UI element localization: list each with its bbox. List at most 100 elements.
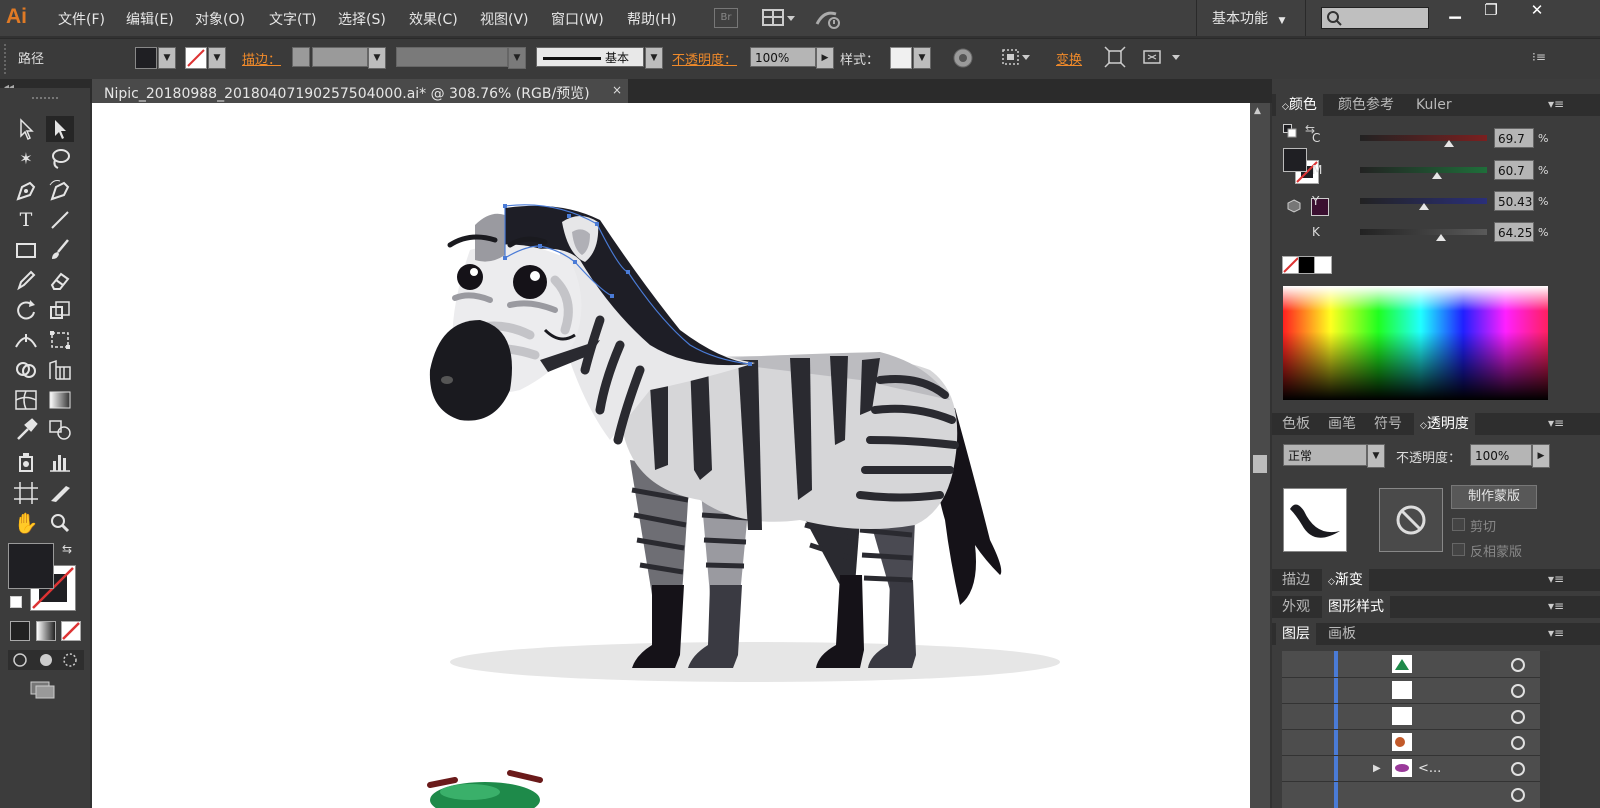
close-icon[interactable]: ✕ bbox=[1522, 1, 1552, 23]
magic-wand-tool-icon[interactable]: ✶ bbox=[12, 146, 40, 172]
isolate-object-icon[interactable] bbox=[1104, 46, 1126, 68]
minimize-icon[interactable]: ▁ bbox=[1440, 1, 1470, 23]
menu-edit[interactable]: 编辑(E) bbox=[126, 9, 174, 29]
stroke-panel-link[interactable]: 描边： bbox=[242, 49, 281, 68]
artboard-tool-icon[interactable] bbox=[12, 480, 40, 506]
visibility-toggle-icon[interactable] bbox=[1511, 788, 1525, 802]
stroke-weight-input[interactable] bbox=[312, 47, 368, 67]
blend-mode-select[interactable]: 正常 bbox=[1283, 444, 1367, 466]
tab-swatches[interactable]: 色板 bbox=[1276, 413, 1316, 435]
layer-row[interactable] bbox=[1282, 677, 1550, 704]
line-segment-tool-icon[interactable] bbox=[46, 207, 74, 233]
expand-layer-icon[interactable]: ▶ bbox=[1373, 763, 1381, 774]
mask-thumbnail[interactable] bbox=[1379, 488, 1443, 552]
none-mode-icon[interactable] bbox=[61, 621, 81, 641]
panel-menu-icon[interactable]: ▾≡ bbox=[1548, 97, 1564, 111]
curvature-tool-icon[interactable] bbox=[46, 177, 74, 203]
channel-slider[interactable] bbox=[1360, 229, 1487, 235]
tab-color-guide[interactable]: 颜色参考 bbox=[1332, 94, 1400, 116]
stroke-swatch[interactable] bbox=[185, 47, 207, 69]
tab-symbols[interactable]: 符号 bbox=[1368, 413, 1408, 435]
opacity-input[interactable]: 100% bbox=[750, 47, 816, 67]
blend-tool-icon[interactable] bbox=[46, 417, 74, 443]
eraser-tool-icon[interactable] bbox=[46, 267, 74, 293]
panel-menu-icon[interactable]: ▾≡ bbox=[1548, 416, 1564, 430]
close-tab-icon[interactable]: × bbox=[612, 83, 622, 97]
recolor-artwork-icon[interactable] bbox=[952, 47, 974, 69]
width-tool-icon[interactable] bbox=[12, 327, 40, 353]
type-tool-icon[interactable]: T bbox=[12, 207, 40, 233]
visibility-toggle-icon[interactable] bbox=[1511, 710, 1525, 724]
menu-effect[interactable]: 效果(C) bbox=[409, 9, 458, 29]
shape-builder-tool-icon[interactable] bbox=[12, 357, 40, 383]
menu-file[interactable]: 文件(F) bbox=[58, 9, 105, 29]
opacity-link[interactable]: 不透明度： bbox=[672, 49, 737, 68]
screen-mode-icon[interactable] bbox=[30, 681, 56, 699]
fill-color-front[interactable] bbox=[8, 543, 54, 589]
channel-value-input[interactable]: 69.7 bbox=[1494, 128, 1534, 148]
graphic-style-swatch[interactable] bbox=[890, 47, 912, 69]
stroke-weight-dropdown[interactable]: ▼ bbox=[368, 47, 386, 69]
default-fill-stroke-icon[interactable] bbox=[10, 596, 22, 608]
paintbrush-tool-icon[interactable] bbox=[46, 237, 74, 263]
pen-tool-icon[interactable] bbox=[12, 177, 40, 203]
rotate-tool-icon[interactable] bbox=[12, 297, 40, 323]
swap-fill-stroke-icon[interactable]: ⇆ bbox=[62, 542, 72, 556]
color-spectrum[interactable] bbox=[1283, 286, 1548, 400]
free-transform-tool-icon[interactable] bbox=[46, 327, 74, 353]
tab-color[interactable]: ◇颜色 bbox=[1276, 94, 1323, 116]
layer-row[interactable] bbox=[1282, 781, 1550, 807]
lasso-tool-icon[interactable] bbox=[46, 146, 74, 172]
mesh-tool-icon[interactable] bbox=[12, 387, 40, 413]
tab-layers[interactable]: 图层 bbox=[1276, 623, 1316, 645]
layer-row[interactable] bbox=[1282, 729, 1550, 756]
slider-knob[interactable] bbox=[1432, 172, 1443, 179]
channel-value-input[interactable]: 60.7 bbox=[1494, 160, 1534, 180]
control-bar-menu-icon[interactable]: ⁝≡ bbox=[1532, 50, 1546, 64]
channel-value-input[interactable]: 64.25 bbox=[1494, 222, 1534, 242]
menu-view[interactable]: 视图(V) bbox=[480, 9, 529, 29]
variable-width-dropdown[interactable]: ▼ bbox=[508, 47, 526, 69]
channel-slider[interactable] bbox=[1360, 135, 1487, 141]
artboard-canvas[interactable] bbox=[92, 103, 1250, 808]
variable-width-profile[interactable] bbox=[396, 47, 508, 67]
layer-row[interactable] bbox=[1282, 755, 1550, 782]
invert-mask-checkbox[interactable] bbox=[1452, 543, 1465, 556]
stroke-dropdown[interactable]: ▼ bbox=[208, 47, 226, 69]
tab-kuler[interactable]: Kuler bbox=[1410, 94, 1458, 116]
menu-type[interactable]: 文字(T) bbox=[269, 9, 316, 29]
hand-tool-icon[interactable]: ✋ bbox=[12, 510, 40, 536]
tab-transparency[interactable]: ◇透明度 bbox=[1414, 413, 1475, 435]
blend-mode-dropdown[interactable]: ▼ bbox=[1367, 444, 1385, 468]
brush-dropdown[interactable]: ▼ bbox=[645, 47, 663, 69]
arrange-documents-icon[interactable] bbox=[762, 8, 796, 28]
visibility-toggle-icon[interactable] bbox=[1511, 658, 1525, 672]
visibility-toggle-icon[interactable] bbox=[1511, 736, 1525, 750]
menu-help[interactable]: 帮助(H) bbox=[627, 9, 676, 29]
channel-value-input[interactable]: 50.43 bbox=[1494, 191, 1534, 211]
eyedropper-tool-icon[interactable] bbox=[12, 417, 40, 443]
align-to-selection-icon[interactable] bbox=[1000, 46, 1034, 68]
scrollbar-thumb[interactable] bbox=[1253, 455, 1267, 473]
layers-scrollbar[interactable] bbox=[1540, 651, 1550, 808]
restore-icon[interactable]: ❐ bbox=[1476, 1, 1506, 23]
gpu-performance-icon[interactable] bbox=[814, 6, 842, 30]
color-mode-icon[interactable] bbox=[10, 621, 30, 641]
slider-knob[interactable] bbox=[1418, 203, 1429, 210]
layer-row[interactable] bbox=[1282, 703, 1550, 730]
column-graph-tool-icon[interactable] bbox=[46, 449, 74, 475]
panel-menu-icon[interactable]: ▾≡ bbox=[1548, 599, 1564, 613]
stroke-weight-stepper[interactable] bbox=[292, 47, 310, 67]
gradient-mode-icon[interactable] bbox=[36, 621, 56, 641]
tab-artboards[interactable]: 画板 bbox=[1322, 623, 1362, 645]
perspective-grid-tool-icon[interactable] bbox=[46, 357, 74, 383]
fill-color-front[interactable] bbox=[1283, 148, 1307, 172]
select-similar-icon[interactable] bbox=[1142, 46, 1184, 68]
transform-link[interactable]: 变换 bbox=[1056, 49, 1082, 68]
direct-selection-tool-icon[interactable] bbox=[46, 116, 74, 142]
menu-window[interactable]: 窗口(W) bbox=[551, 9, 604, 29]
slice-tool-icon[interactable] bbox=[46, 480, 74, 506]
toolbox-grip[interactable] bbox=[32, 97, 58, 103]
slider-knob[interactable] bbox=[1436, 234, 1447, 241]
tab-stroke[interactable]: 描边 bbox=[1276, 569, 1316, 591]
